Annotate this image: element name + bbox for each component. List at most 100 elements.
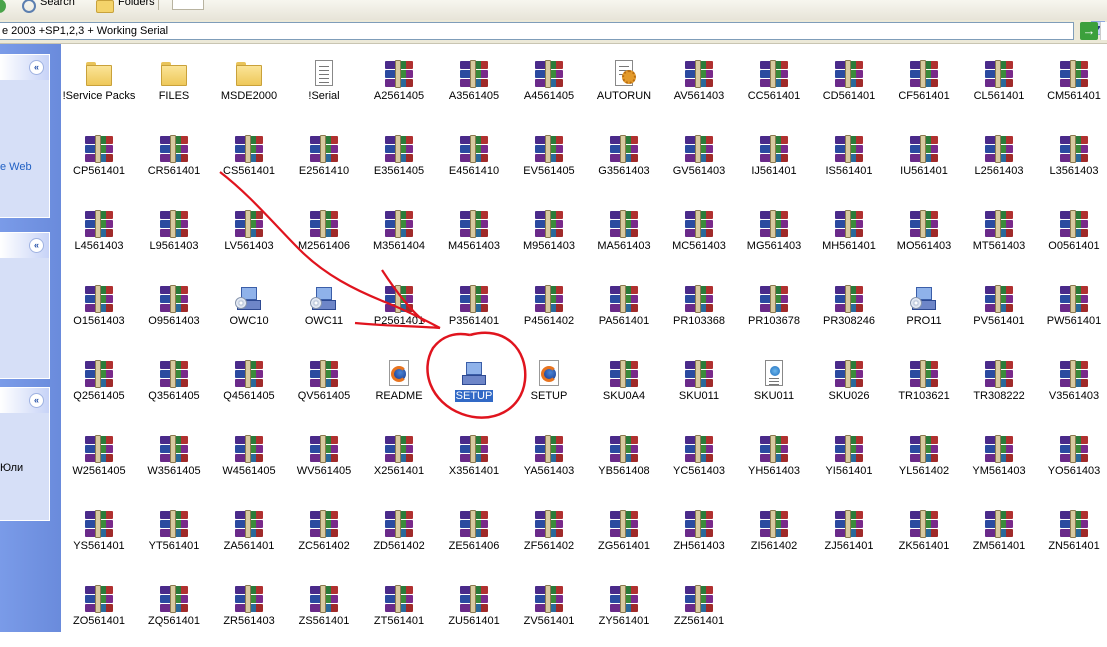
- file-item-service-packs[interactable]: !Service Packs: [61, 50, 137, 122]
- file-item-iu561401[interactable]: IU561401: [886, 125, 962, 197]
- task-panel-1-link[interactable]: e Web: [0, 161, 32, 173]
- file-item-m3561404[interactable]: M3561404: [361, 200, 437, 272]
- file-item-cf561401[interactable]: CF561401: [886, 50, 962, 122]
- file-item-cl561401[interactable]: CL561401: [961, 50, 1037, 122]
- file-item-p3561401[interactable]: P3561401: [436, 275, 512, 347]
- file-item-m2561406[interactable]: M2561406: [286, 200, 362, 272]
- file-item-pa561401[interactable]: PA561401: [586, 275, 662, 347]
- file-item-zi561402[interactable]: ZI561402: [736, 500, 812, 572]
- file-item-owc10[interactable]: OWC10: [211, 275, 287, 347]
- file-item-zr561403[interactable]: ZR561403: [211, 575, 287, 647]
- file-item-pr103368[interactable]: PR103368: [661, 275, 737, 347]
- collapse-chevron-icon[interactable]: «: [29, 60, 44, 75]
- file-item-ys561401[interactable]: YS561401: [61, 500, 137, 572]
- file-item-zz561401[interactable]: ZZ561401: [661, 575, 737, 647]
- file-item-yc561403[interactable]: YC561403: [661, 425, 737, 497]
- file-item-sku0a4[interactable]: SKU0A4: [586, 350, 662, 422]
- file-item-mh561401[interactable]: MH561401: [811, 200, 887, 272]
- file-item-sku026[interactable]: SKU026: [811, 350, 887, 422]
- file-item-ze561406[interactable]: ZE561406: [436, 500, 512, 572]
- file-item-qv561405[interactable]: QV561405: [286, 350, 362, 422]
- file-item-setup[interactable]: SETUP: [511, 350, 587, 422]
- file-item-yo561403[interactable]: YO561403: [1036, 425, 1107, 497]
- file-item-zc561402[interactable]: ZC561402: [286, 500, 362, 572]
- file-item-cr561401[interactable]: CR561401: [136, 125, 212, 197]
- file-item-w4561405[interactable]: W4561405: [211, 425, 287, 497]
- file-item-lv561403[interactable]: LV561403: [211, 200, 287, 272]
- file-item-cs561401[interactable]: CS561401: [211, 125, 287, 197]
- folders-button[interactable]: Folders: [96, 0, 155, 13]
- search-button[interactable]: Search: [22, 0, 75, 13]
- file-item-zj561401[interactable]: ZJ561401: [811, 500, 887, 572]
- file-item-ym561403[interactable]: YM561403: [961, 425, 1037, 497]
- file-item-zf561402[interactable]: ZF561402: [511, 500, 587, 572]
- file-item-pro11[interactable]: PRO11: [886, 275, 962, 347]
- file-item-pr308246[interactable]: PR308246: [811, 275, 887, 347]
- file-item-pw561401[interactable]: PW561401: [1036, 275, 1107, 347]
- file-item-gv561403[interactable]: GV561403: [661, 125, 737, 197]
- file-item-l2561403[interactable]: L2561403: [961, 125, 1037, 197]
- file-item-o1561403[interactable]: O1561403: [61, 275, 137, 347]
- file-item-w3561405[interactable]: W3561405: [136, 425, 212, 497]
- file-item-o0561401[interactable]: O0561401: [1036, 200, 1107, 272]
- file-item-setup[interactable]: SETUP: [436, 350, 512, 422]
- file-item-readme[interactable]: README: [361, 350, 437, 422]
- file-item-owc11[interactable]: OWC11: [286, 275, 362, 347]
- file-item-files[interactable]: FILES: [136, 50, 212, 122]
- file-item-pv561401[interactable]: PV561401: [961, 275, 1037, 347]
- collapse-chevron-icon[interactable]: «: [29, 238, 44, 253]
- file-item-autorun[interactable]: AUTORUN: [586, 50, 662, 122]
- file-item-o9561403[interactable]: O9561403: [136, 275, 212, 347]
- file-item-q4561405[interactable]: Q4561405: [211, 350, 287, 422]
- file-item-msde2000[interactable]: MSDE2000: [211, 50, 287, 122]
- file-item-zh561403[interactable]: ZH561403: [661, 500, 737, 572]
- go-button[interactable]: →: [1080, 22, 1098, 40]
- file-item-zy561401[interactable]: ZY561401: [586, 575, 662, 647]
- file-item-l4561403[interactable]: L4561403: [61, 200, 137, 272]
- file-item-cd561401[interactable]: CD561401: [811, 50, 887, 122]
- file-item-a3561405[interactable]: A3561405: [436, 50, 512, 122]
- file-item-cc561401[interactable]: CC561401: [736, 50, 812, 122]
- file-item-a4561405[interactable]: A4561405: [511, 50, 587, 122]
- file-item-zg561401[interactable]: ZG561401: [586, 500, 662, 572]
- task-panel-2-header[interactable]: «: [0, 233, 49, 258]
- file-item-tr308222[interactable]: TR308222: [961, 350, 1037, 422]
- file-item-ij561401[interactable]: IJ561401: [736, 125, 812, 197]
- file-item-zs561401[interactable]: ZS561401: [286, 575, 362, 647]
- collapse-chevron-icon[interactable]: «: [29, 393, 44, 408]
- file-item-zd561402[interactable]: ZD561402: [361, 500, 437, 572]
- file-item-zv561401[interactable]: ZV561401: [511, 575, 587, 647]
- file-item-v3561403[interactable]: V3561403: [1036, 350, 1107, 422]
- file-item-zq561401[interactable]: ZQ561401: [136, 575, 212, 647]
- views-button[interactable]: [172, 0, 204, 10]
- file-item-yi561401[interactable]: YI561401: [811, 425, 887, 497]
- file-item-yt561401[interactable]: YT561401: [136, 500, 212, 572]
- file-item-pr103678[interactable]: PR103678: [736, 275, 812, 347]
- file-item-l9561403[interactable]: L9561403: [136, 200, 212, 272]
- file-item-x3561401[interactable]: X3561401: [436, 425, 512, 497]
- task-panel-1-header[interactable]: «: [0, 55, 49, 80]
- file-item-zn561401[interactable]: ZN561401: [1036, 500, 1107, 572]
- file-item-is561401[interactable]: IS561401: [811, 125, 887, 197]
- file-item-cp561401[interactable]: CP561401: [61, 125, 137, 197]
- file-item-ev561405[interactable]: EV561405: [511, 125, 587, 197]
- file-item-sku011[interactable]: SKU011: [661, 350, 737, 422]
- file-item-q2561405[interactable]: Q2561405: [61, 350, 137, 422]
- file-item-e4561410[interactable]: E4561410: [436, 125, 512, 197]
- file-item-wv561405[interactable]: WV561405: [286, 425, 362, 497]
- file-item-zt561401[interactable]: ZT561401: [361, 575, 437, 647]
- file-item-a2561405[interactable]: A2561405: [361, 50, 437, 122]
- file-item-sku011[interactable]: SKU011: [736, 350, 812, 422]
- file-item-av561403[interactable]: AV561403: [661, 50, 737, 122]
- file-item-l3561403[interactable]: L3561403: [1036, 125, 1107, 197]
- file-item-mc561403[interactable]: MC561403: [661, 200, 737, 272]
- task-panel-3-header[interactable]: «: [0, 388, 49, 413]
- file-item-yl561402[interactable]: YL561402: [886, 425, 962, 497]
- file-item-ya561403[interactable]: YA561403: [511, 425, 587, 497]
- file-item-mt561403[interactable]: MT561403: [961, 200, 1037, 272]
- file-item-cm561401[interactable]: CM561401: [1036, 50, 1107, 122]
- file-item-m4561403[interactable]: M4561403: [436, 200, 512, 272]
- file-item-mo561403[interactable]: MO561403: [886, 200, 962, 272]
- address-input[interactable]: e 2003 +SP1,2,3 + Working Serial: [0, 22, 1074, 40]
- file-item-yb561408[interactable]: YB561408: [586, 425, 662, 497]
